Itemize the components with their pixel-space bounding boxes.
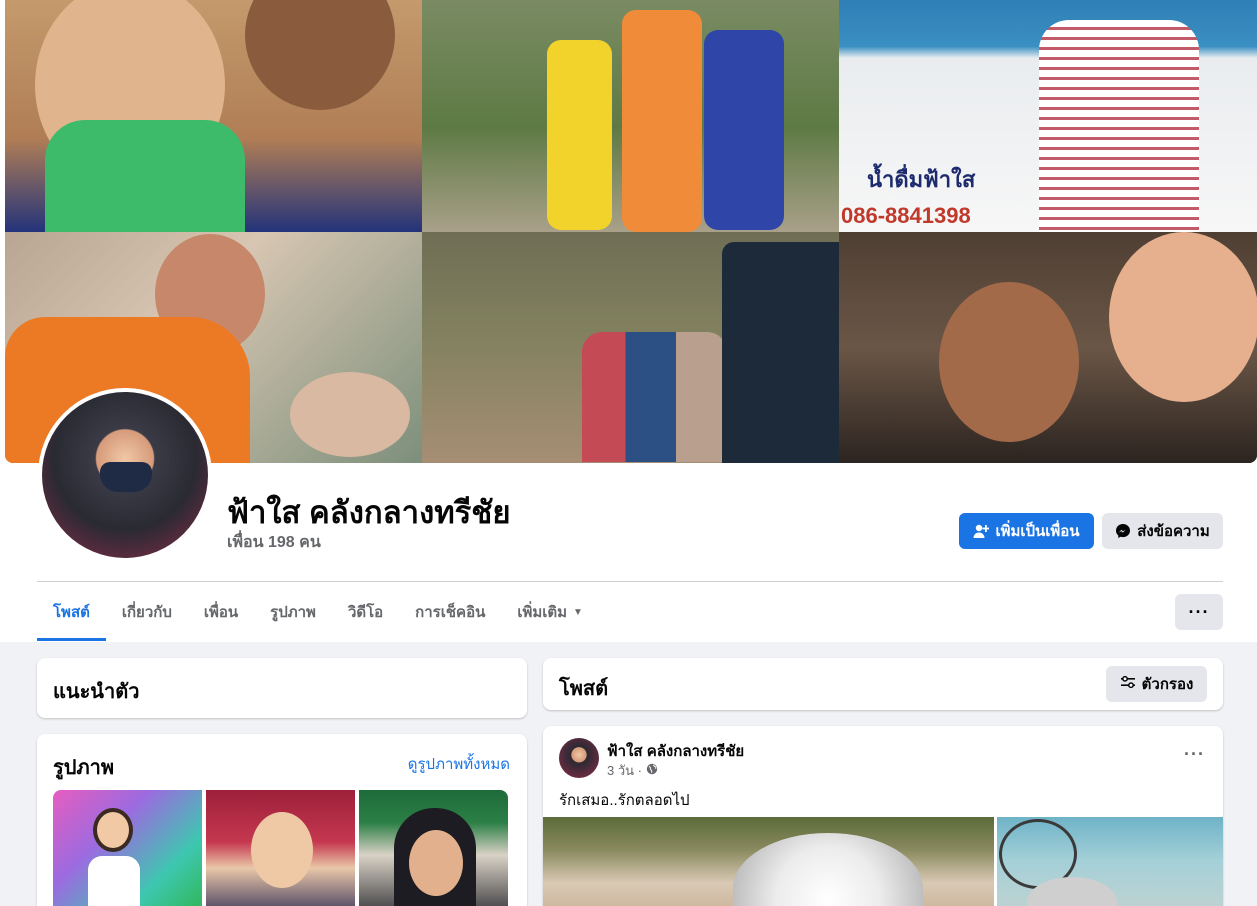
tab-friends[interactable]: เพื่อน — [188, 583, 254, 641]
tab-label: รูปภาพ — [270, 604, 316, 621]
face-shape — [93, 808, 133, 852]
caret-down-icon: ▼ — [573, 606, 583, 618]
post-author-avatar[interactable] — [559, 738, 599, 778]
message-button[interactable]: ส่งข้อความ — [1102, 513, 1223, 549]
tab-label: วิดีโอ — [347, 604, 384, 621]
intro-card: แนะนำตัว — [37, 658, 527, 718]
person-plus-icon — [973, 523, 990, 539]
see-all-photos-link[interactable]: ดูรูปภาพทั้งหมด — [408, 752, 510, 776]
tab-more[interactable]: เพิ่มเติม ▼ — [501, 583, 599, 641]
body-shape — [88, 856, 140, 906]
profile-tabs: โพสต์ เกี่ยวกับ เพื่อน รูปภาพ วิดีโอ การ… — [37, 583, 599, 641]
face-shape — [1109, 232, 1257, 402]
intro-title: แนะนำตัว — [53, 681, 140, 703]
cover-sign-phone: 086-8841398 — [841, 203, 971, 228]
plant-pot — [290, 372, 410, 457]
post-time[interactable]: 3 วัน · — [607, 760, 642, 781]
tab-label: โพสต์ — [53, 604, 90, 621]
cover-photo-tile — [839, 232, 1257, 463]
cover-photo-tile: น้ำดื่มฟ้าใส 086-8841398 — [839, 0, 1257, 232]
tab-label: เพื่อน — [203, 604, 239, 621]
person-shape — [1039, 20, 1199, 232]
profile-picture[interactable] — [38, 388, 212, 562]
tab-label: เกี่ยวกับ — [121, 604, 172, 621]
face-shape — [939, 282, 1079, 442]
post-meta: 3 วัน · — [607, 760, 658, 781]
tab-posts[interactable]: โพสต์ — [37, 583, 106, 641]
photos-title: รูปภาพ — [53, 757, 115, 779]
post-photo[interactable] — [543, 817, 994, 906]
add-friend-button[interactable]: เพิ่มเป็นเพื่อน — [959, 513, 1094, 549]
green-towel — [45, 120, 245, 232]
cover-photo-tile — [422, 0, 839, 232]
puppy-shape — [733, 833, 923, 906]
tab-label: เพิ่มเติม — [517, 604, 568, 621]
messenger-icon — [1115, 523, 1131, 539]
photo-thumbnail[interactable] — [206, 790, 355, 906]
tab-videos[interactable]: วิดีโอ — [332, 583, 399, 641]
profile-picture-image — [42, 392, 208, 558]
tab-about[interactable]: เกี่ยวกับ — [106, 583, 188, 641]
cover-sign-text: น้ำดื่มฟ้าใส — [867, 167, 976, 192]
post-options-button[interactable]: ··· — [1184, 744, 1205, 765]
cover-photo[interactable]: น้ำดื่มฟ้าใส 086-8841398 — [5, 0, 1257, 463]
person-shape — [704, 30, 784, 230]
header-divider — [37, 581, 1223, 582]
cover-photo-tile — [5, 0, 422, 232]
filter-label: ตัวกรอง — [1141, 676, 1194, 693]
cover-photo-tile — [422, 232, 839, 463]
add-friend-label: เพิ่มเป็นเพื่อน — [995, 523, 1080, 540]
posts-header-card: โพสต์ ตัวกรอง — [543, 658, 1223, 710]
photo-thumbnail[interactable] — [53, 790, 202, 906]
posts-title: โพสต์ — [559, 678, 609, 700]
person-shape — [547, 40, 612, 230]
message-label: ส่งข้อความ — [1137, 523, 1210, 540]
face-shape — [409, 830, 463, 896]
post-text: รักเสมอ..รักตลอดไป — [559, 792, 690, 809]
profile-more-button[interactable]: ··· — [1175, 594, 1223, 630]
face-shape — [251, 812, 313, 888]
face-shape — [245, 0, 395, 110]
profile-header: น้ำดื่มฟ้าใส 086-8841398 ฟ้าใส คลังกลางท… — [0, 0, 1257, 642]
filter-button[interactable]: ตัวกรอง — [1106, 666, 1207, 702]
face-mask-shape — [100, 462, 152, 492]
truck-shape — [722, 242, 839, 463]
post-card: ฟ้าใส คลังกลางทรีชัย 3 วัน · ··· รักเสมอ… — [543, 726, 1223, 906]
post-photo[interactable] — [997, 817, 1223, 906]
tab-checkins[interactable]: การเช็คอิน — [399, 583, 501, 641]
person-shape — [622, 10, 702, 232]
photo-thumbnail[interactable] — [359, 790, 508, 906]
sliders-icon — [1120, 674, 1136, 694]
globe-icon — [646, 763, 658, 778]
tab-photos[interactable]: รูปภาพ — [254, 583, 332, 641]
people-shape — [582, 332, 727, 462]
tab-label: การเช็คอิน — [415, 604, 486, 621]
friends-count[interactable]: เพื่อน 198 คน — [227, 530, 321, 555]
photos-card: รูปภาพ ดูรูปภาพทั้งหมด — [37, 734, 527, 906]
